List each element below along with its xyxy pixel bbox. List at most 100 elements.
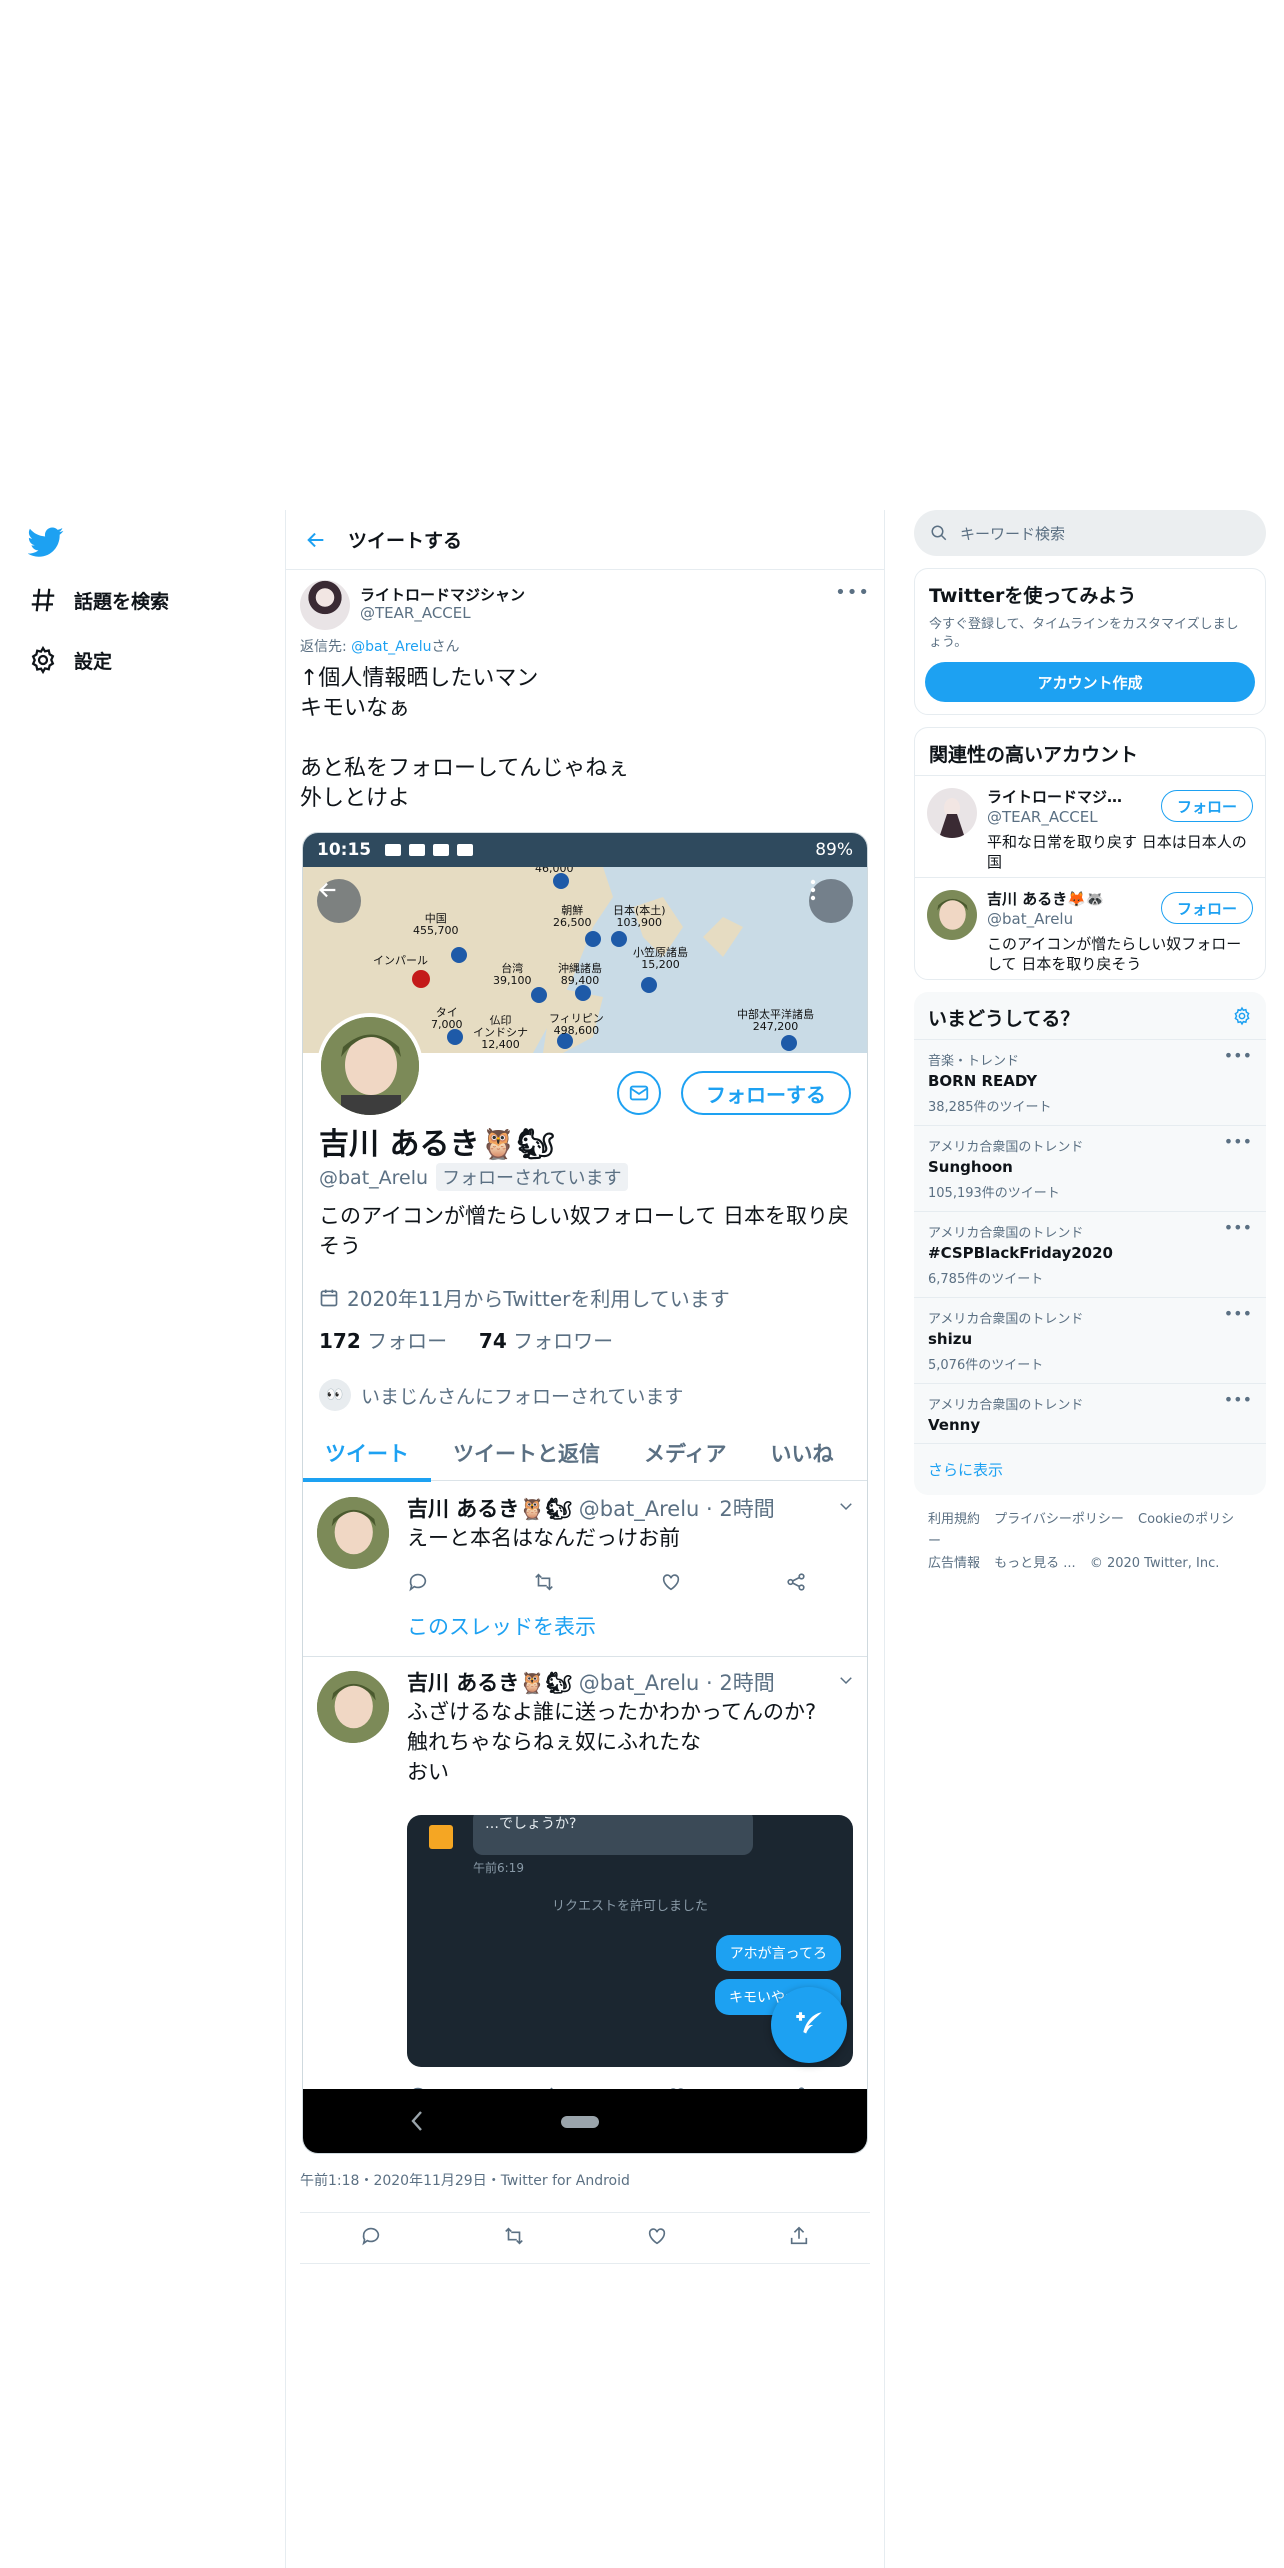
- create-account-button[interactable]: アカウント作成: [925, 662, 1255, 702]
- follow-button[interactable]: フォロー: [1161, 790, 1253, 822]
- android-back-icon[interactable]: [409, 2109, 425, 2137]
- following-label[interactable]: フォロー: [367, 1329, 447, 1353]
- follow-button[interactable]: フォロー: [1161, 892, 1253, 924]
- signup-title: Twitterを使ってみよう: [929, 585, 1137, 607]
- android-home-pill[interactable]: [561, 2116, 599, 2128]
- trends-header: いまどうしてる？: [914, 992, 1266, 1039]
- gear-icon[interactable]: [1232, 1006, 1252, 1031]
- related-account[interactable]: ライトロードマジシャン @TEAR_ACCEL 平和な日常を取り戻す 日本は日本…: [915, 775, 1265, 877]
- upload-share-icon[interactable]: [788, 2225, 810, 2251]
- back-arrow-icon[interactable]: [296, 520, 336, 560]
- reply-to-suffix: さん: [431, 639, 460, 655]
- trend-item[interactable]: 音楽・トレンド BORN READY 38,285件のツイート •••: [914, 1039, 1266, 1125]
- profile-avatar[interactable]: [317, 1013, 423, 1119]
- like-icon[interactable]: [660, 1571, 682, 1593]
- tweet-header: ライトロードマジシャン @TEAR_ACCEL •••: [286, 570, 884, 636]
- nav-settings[interactable]: 設定: [28, 640, 112, 680]
- chevron-down-icon[interactable]: [837, 1671, 855, 1693]
- retweet-icon[interactable]: [532, 1571, 556, 1593]
- copyright: © 2020 Twitter, Inc.: [1089, 1556, 1220, 1571]
- nav-explore[interactable]: 話題を検索: [28, 580, 169, 620]
- account-name[interactable]: 吉川 あるき🦊🦝: [987, 888, 1137, 909]
- footer-link[interactable]: もっと見る ...: [994, 1556, 1076, 1571]
- tweet-meta: 吉川 あるき🦉🐿 @bat_Arelu · 2時間: [407, 1667, 775, 1697]
- footer-link[interactable]: 利用規約: [928, 1512, 980, 1527]
- trend-item[interactable]: アメリカ合衆国のトレンド Venny •••: [914, 1383, 1266, 1443]
- envelope-icon: [629, 1085, 649, 1101]
- tweet-author-avatar[interactable]: [300, 580, 350, 630]
- tab-likes[interactable]: いいね: [749, 1425, 856, 1481]
- show-more-link[interactable]: さらに表示: [914, 1443, 1266, 1495]
- more-options-icon[interactable]: •••: [1224, 1218, 1252, 1237]
- more-options-icon[interactable]: •••: [1224, 1046, 1252, 1065]
- account-avatar[interactable]: [927, 890, 977, 940]
- reply-to-link[interactable]: @bat_Arelu: [351, 639, 431, 655]
- signup-panel: Twitterを使ってみよう 今すぐ登録して、タイムラインをカスタマイズしましょ…: [914, 568, 1266, 715]
- followers-label[interactable]: フォロワー: [513, 1329, 613, 1353]
- tweet-name[interactable]: 吉川 あるき🦉🐿: [407, 1671, 572, 1695]
- profile-handle-line: @bat_Arelu フォローされています: [319, 1163, 628, 1191]
- trends-panel: いまどうしてる？ 音楽・トレンド BORN READY 38,285件のツイート…: [914, 992, 1266, 1495]
- tweet-author-name[interactable]: ライトロードマジシャン: [360, 584, 525, 605]
- trend-item[interactable]: アメリカ合衆国のトレンド Sunghoon 105,193件のツイート •••: [914, 1125, 1266, 1211]
- message-button[interactable]: [617, 1071, 661, 1115]
- trend-count: 105,193件のツイート: [928, 1186, 1060, 1201]
- follow-button[interactable]: フォローする: [681, 1071, 851, 1115]
- compose-tweet-button[interactable]: [771, 1987, 847, 2063]
- followers-count[interactable]: 74: [479, 1329, 507, 1353]
- profile-joined-text: 2020年11月からTwitterを利用しています: [347, 1287, 730, 1311]
- tab-tweets-replies[interactable]: ツイートと返信: [431, 1425, 622, 1481]
- tweet-avatar[interactable]: [317, 1497, 389, 1569]
- tab-media[interactable]: メディア: [622, 1425, 749, 1481]
- reply-icon[interactable]: [360, 2225, 382, 2251]
- reply-icon[interactable]: [407, 1571, 429, 1593]
- banner-back-icon[interactable]: [317, 879, 361, 923]
- map-label: 台湾 39,100: [493, 962, 532, 987]
- nav-explore-label: 話題を検索: [74, 590, 170, 613]
- map-label: タイ 7,000: [431, 1006, 463, 1031]
- more-options-icon[interactable]: •••: [1224, 1132, 1252, 1151]
- retweet-icon[interactable]: [502, 2225, 526, 2251]
- tweet-name[interactable]: 吉川 あるき🦉🐿: [407, 1497, 572, 1521]
- following-count[interactable]: 172: [319, 1329, 361, 1353]
- like-icon[interactable]: [646, 2225, 668, 2251]
- trend-name: shizu: [928, 1330, 973, 1348]
- map-label: インパール: [373, 954, 428, 967]
- related-account[interactable]: 吉川 あるき🦊🦝 @bat_Arelu このアイコンが憎たらしい奴フォローして …: [915, 877, 1265, 979]
- chevron-down-icon[interactable]: [837, 1497, 855, 1519]
- tweet-avatar[interactable]: [317, 1671, 389, 1743]
- share-icon[interactable]: [785, 1571, 807, 1593]
- show-thread-link[interactable]: このスレッドを表示: [407, 1611, 596, 1641]
- trend-count: 6,785件のツイート: [928, 1272, 1044, 1287]
- gear-icon: [28, 645, 58, 675]
- profile-bio: このアイコンが憎たらしい奴フォローして 日本を取り戻そう: [319, 1204, 849, 1258]
- trend-category: アメリカ合衆国のトレンド: [928, 1312, 1084, 1327]
- search-placeholder: キーワード検索: [960, 524, 1066, 543]
- status-battery: 89%: [815, 840, 853, 860]
- account-bio: このアイコンが憎たらしい奴フォローして 日本を取り戻そう: [987, 935, 1242, 973]
- trend-item[interactable]: アメリカ合衆国のトレンド #CSPBlackFriday2020 6,785件の…: [914, 1211, 1266, 1297]
- trend-count: 38,285件のツイート: [928, 1100, 1052, 1115]
- reply-to-prefix: 返信先:: [300, 639, 352, 655]
- tab-tweets[interactable]: ツイート: [303, 1425, 431, 1482]
- trend-item[interactable]: アメリカ合衆国のトレンド shizu 5,076件のツイート •••: [914, 1297, 1266, 1383]
- banner-more-icon[interactable]: [809, 879, 853, 923]
- trend-category: アメリカ合衆国のトレンド: [928, 1226, 1084, 1241]
- tweet-handle-time: @bat_Arelu · 2時間: [572, 1497, 775, 1521]
- tweet-author-handle[interactable]: @TEAR_ACCEL: [360, 604, 471, 622]
- status-time: 10:15: [317, 840, 372, 860]
- more-options-icon[interactable]: •••: [1224, 1304, 1252, 1323]
- trend-category: アメリカ合衆国のトレンド: [928, 1398, 1084, 1413]
- account-avatar[interactable]: [927, 788, 977, 838]
- tweet-image[interactable]: 10:15 89% 中国 455,700 朝鮮 26,500 日本(本土) 10…: [302, 832, 868, 2154]
- timeline-tweet[interactable]: 吉川 あるき🦉🐿 @bat_Arelu · 2時間 えーと本名はなんだっけお前 …: [303, 1483, 867, 1657]
- twitter-logo-icon[interactable]: [27, 524, 64, 560]
- footer-link[interactable]: 広告情報: [928, 1556, 980, 1571]
- more-options-icon[interactable]: •••: [1224, 1390, 1252, 1409]
- more-options-icon[interactable]: •••: [835, 582, 870, 603]
- main-column: ツイートする ライトロードマジシャン @TEAR_ACCEL ••• 返信先: …: [285, 510, 885, 2568]
- account-name[interactable]: ライトロードマジシャン: [987, 786, 1137, 807]
- footer-link[interactable]: プライバシーポリシー: [994, 1512, 1124, 1527]
- main-header: ツイートする: [286, 510, 884, 570]
- search-input[interactable]: キーワード検索: [914, 510, 1266, 556]
